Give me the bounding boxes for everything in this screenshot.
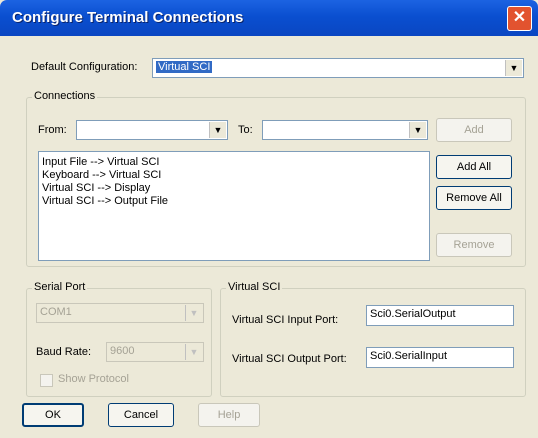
chevron-down-icon[interactable]: ▼ bbox=[505, 60, 522, 76]
connections-group-label: Connections bbox=[32, 90, 98, 102]
virtual-sci-group-label: Virtual SCI bbox=[226, 281, 283, 293]
chevron-down-icon: ▼ bbox=[185, 305, 202, 321]
baud-rate-label: Baud Rate: bbox=[36, 346, 92, 358]
list-item[interactable]: Keyboard --> Virtual SCI bbox=[39, 169, 429, 182]
default-config-label: Default Configuration: bbox=[31, 61, 138, 73]
port-dropdown[interactable]: COM1 ▼ bbox=[36, 303, 204, 323]
help-button[interactable]: Help bbox=[198, 403, 260, 427]
add-all-button[interactable]: Add All bbox=[436, 155, 512, 179]
cancel-button[interactable]: Cancel bbox=[108, 403, 174, 427]
chevron-down-icon: ▼ bbox=[185, 344, 202, 360]
list-item[interactable]: Virtual SCI --> Output File bbox=[39, 195, 429, 208]
to-dropdown[interactable]: ▼ bbox=[262, 120, 428, 140]
virtual-sci-output-label: Virtual SCI Output Port: bbox=[232, 353, 347, 365]
chevron-down-icon[interactable]: ▼ bbox=[209, 122, 226, 138]
show-protocol-checkbox[interactable] bbox=[40, 374, 53, 387]
window-title: Configure Terminal Connections bbox=[12, 9, 244, 26]
from-label: From: bbox=[38, 124, 67, 136]
add-button[interactable]: Add bbox=[436, 118, 512, 142]
port-value: COM1 bbox=[40, 306, 72, 318]
virtual-sci-output-field[interactable]: Sci0.SerialInput bbox=[366, 347, 514, 368]
connections-list[interactable]: Input File --> Virtual SCI Keyboard --> … bbox=[38, 151, 430, 261]
baud-rate-dropdown[interactable]: 9600 ▼ bbox=[106, 342, 204, 362]
from-dropdown[interactable]: ▼ bbox=[76, 120, 228, 140]
list-item[interactable]: Virtual SCI --> Display bbox=[39, 182, 429, 195]
ok-button[interactable]: OK bbox=[22, 403, 84, 427]
remove-button[interactable]: Remove bbox=[436, 233, 512, 257]
list-item[interactable]: Input File --> Virtual SCI bbox=[39, 156, 429, 169]
virtual-sci-input-field[interactable]: Sci0.SerialOutput bbox=[366, 305, 514, 326]
serial-port-group-label: Serial Port bbox=[32, 281, 88, 293]
dialog-window: Configure Terminal Connections ✕ Default… bbox=[0, 0, 538, 438]
show-protocol-label: Show Protocol bbox=[58, 373, 129, 385]
close-icon[interactable]: ✕ bbox=[507, 6, 532, 31]
to-label: To: bbox=[238, 124, 253, 136]
default-config-dropdown[interactable]: Virtual SCI ▼ bbox=[152, 58, 524, 78]
chevron-down-icon[interactable]: ▼ bbox=[409, 122, 426, 138]
default-config-value: Virtual SCI bbox=[156, 61, 213, 73]
remove-all-button[interactable]: Remove All bbox=[436, 186, 512, 210]
title-bar[interactable]: Configure Terminal Connections ✕ bbox=[0, 0, 538, 36]
baud-rate-value: 9600 bbox=[110, 345, 135, 357]
virtual-sci-input-label: Virtual SCI Input Port: bbox=[232, 314, 339, 326]
